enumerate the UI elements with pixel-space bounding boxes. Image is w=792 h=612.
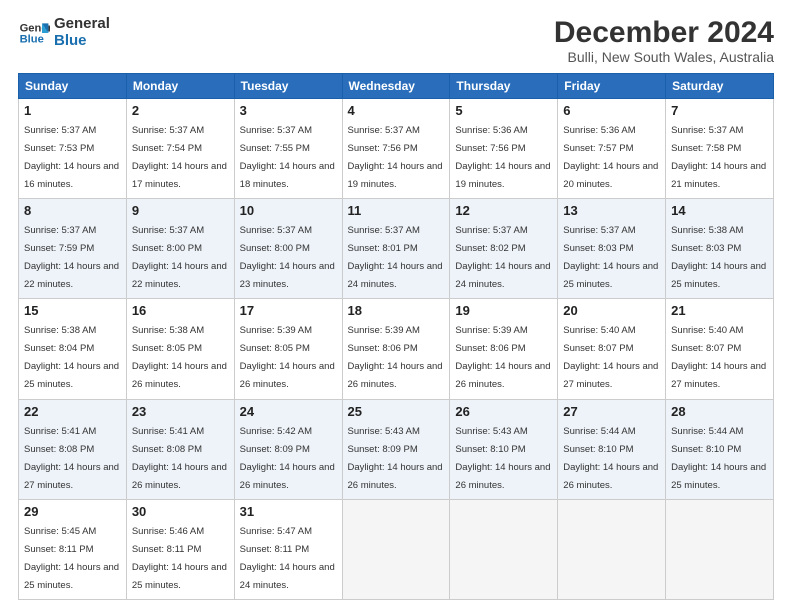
day-23: 23 Sunrise: 5:41 AMSunset: 8:08 PMDaylig… — [126, 399, 234, 499]
day-26: 26 Sunrise: 5:43 AMSunset: 8:10 PMDaylig… — [450, 399, 558, 499]
day-19: 19 Sunrise: 5:39 AMSunset: 8:06 PMDaylig… — [450, 299, 558, 399]
week-row-1: 1 Sunrise: 5:37 AMSunset: 7:53 PMDayligh… — [19, 99, 774, 199]
day-21: 21 Sunrise: 5:40 AMSunset: 8:07 PMDaylig… — [666, 299, 774, 399]
day-25: 25 Sunrise: 5:43 AMSunset: 8:09 PMDaylig… — [342, 399, 450, 499]
logo-general: General — [54, 16, 110, 33]
day-27: 27 Sunrise: 5:44 AMSunset: 8:10 PMDaylig… — [558, 399, 666, 499]
calendar-header-row: Sunday Monday Tuesday Wednesday Thursday… — [19, 74, 774, 99]
day-31: 31 Sunrise: 5:47 AMSunset: 8:11 PMDaylig… — [234, 499, 342, 599]
logo-blue: Blue — [54, 33, 110, 50]
empty-cell-1 — [342, 499, 450, 599]
day-28: 28 Sunrise: 5:44 AMSunset: 8:10 PMDaylig… — [666, 399, 774, 499]
col-monday: Monday — [126, 74, 234, 99]
page: General Blue General Blue December 2024 … — [0, 0, 792, 612]
calendar: Sunday Monday Tuesday Wednesday Thursday… — [18, 73, 774, 600]
day-8: 8 Sunrise: 5:37 AMSunset: 7:59 PMDayligh… — [19, 199, 127, 299]
day-4: 4 Sunrise: 5:37 AMSunset: 7:56 PMDayligh… — [342, 99, 450, 199]
empty-cell-2 — [450, 499, 558, 599]
day-20: 20 Sunrise: 5:40 AMSunset: 8:07 PMDaylig… — [558, 299, 666, 399]
col-thursday: Thursday — [450, 74, 558, 99]
empty-cell-4 — [666, 499, 774, 599]
day-24: 24 Sunrise: 5:42 AMSunset: 8:09 PMDaylig… — [234, 399, 342, 499]
header: General Blue General Blue December 2024 … — [18, 16, 774, 65]
logo-icon: General Blue — [18, 17, 50, 49]
col-saturday: Saturday — [666, 74, 774, 99]
day-11: 11 Sunrise: 5:37 AMSunset: 8:01 PMDaylig… — [342, 199, 450, 299]
col-tuesday: Tuesday — [234, 74, 342, 99]
col-friday: Friday — [558, 74, 666, 99]
day-5: 5 Sunrise: 5:36 AMSunset: 7:56 PMDayligh… — [450, 99, 558, 199]
day-10: 10 Sunrise: 5:37 AMSunset: 8:00 PMDaylig… — [234, 199, 342, 299]
col-sunday: Sunday — [19, 74, 127, 99]
day-17: 17 Sunrise: 5:39 AMSunset: 8:05 PMDaylig… — [234, 299, 342, 399]
title-area: December 2024 Bulli, New South Wales, Au… — [554, 16, 774, 65]
day-18: 18 Sunrise: 5:39 AMSunset: 8:06 PMDaylig… — [342, 299, 450, 399]
day-12: 12 Sunrise: 5:37 AMSunset: 8:02 PMDaylig… — [450, 199, 558, 299]
empty-cell-3 — [558, 499, 666, 599]
svg-text:Blue: Blue — [20, 33, 44, 45]
location-title: Bulli, New South Wales, Australia — [554, 49, 774, 65]
day-7: 7 Sunrise: 5:37 AMSunset: 7:58 PMDayligh… — [666, 99, 774, 199]
week-row-2: 8 Sunrise: 5:37 AMSunset: 7:59 PMDayligh… — [19, 199, 774, 299]
week-row-4: 22 Sunrise: 5:41 AMSunset: 8:08 PMDaylig… — [19, 399, 774, 499]
day-14: 14 Sunrise: 5:38 AMSunset: 8:03 PMDaylig… — [666, 199, 774, 299]
col-wednesday: Wednesday — [342, 74, 450, 99]
month-title: December 2024 — [554, 16, 774, 49]
day-15: 15 Sunrise: 5:38 AMSunset: 8:04 PMDaylig… — [19, 299, 127, 399]
day-1: 1 Sunrise: 5:37 AMSunset: 7:53 PMDayligh… — [19, 99, 127, 199]
week-row-5: 29 Sunrise: 5:45 AMSunset: 8:11 PMDaylig… — [19, 499, 774, 599]
day-2: 2 Sunrise: 5:37 AMSunset: 7:54 PMDayligh… — [126, 99, 234, 199]
day-6: 6 Sunrise: 5:36 AMSunset: 7:57 PMDayligh… — [558, 99, 666, 199]
day-16: 16 Sunrise: 5:38 AMSunset: 8:05 PMDaylig… — [126, 299, 234, 399]
day-3: 3 Sunrise: 5:37 AMSunset: 7:55 PMDayligh… — [234, 99, 342, 199]
logo: General Blue General Blue — [18, 16, 110, 49]
day-9: 9 Sunrise: 5:37 AMSunset: 8:00 PMDayligh… — [126, 199, 234, 299]
day-30: 30 Sunrise: 5:46 AMSunset: 8:11 PMDaylig… — [126, 499, 234, 599]
day-13: 13 Sunrise: 5:37 AMSunset: 8:03 PMDaylig… — [558, 199, 666, 299]
week-row-3: 15 Sunrise: 5:38 AMSunset: 8:04 PMDaylig… — [19, 299, 774, 399]
day-29: 29 Sunrise: 5:45 AMSunset: 8:11 PMDaylig… — [19, 499, 127, 599]
day-22: 22 Sunrise: 5:41 AMSunset: 8:08 PMDaylig… — [19, 399, 127, 499]
